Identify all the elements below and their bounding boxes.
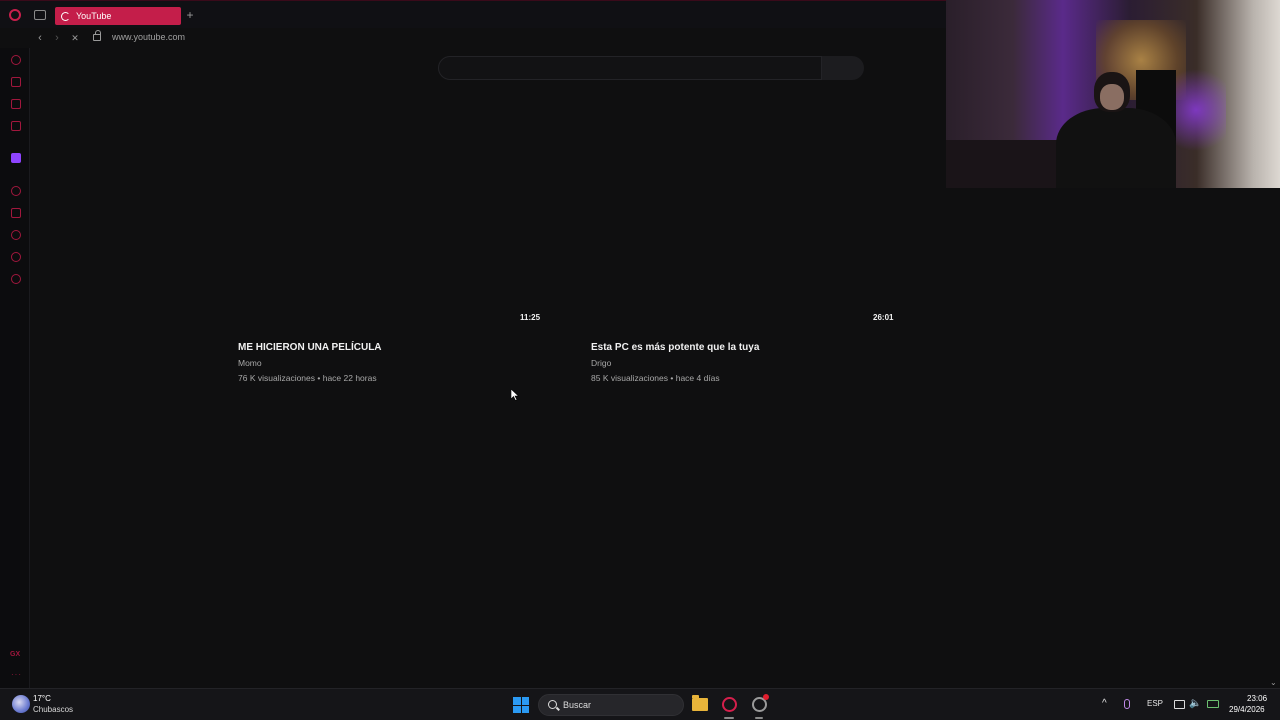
browser-sidebar: GX ··· xyxy=(0,48,30,688)
video-channel[interactable]: Momo xyxy=(238,358,262,368)
video-thumbnail[interactable] xyxy=(589,84,899,316)
stop-loading-button[interactable]: ✕ xyxy=(69,31,81,45)
mouse-cursor-icon xyxy=(511,389,519,401)
video-meta: 76 K visualizaciones • hace 22 horas xyxy=(238,373,377,383)
search-icon xyxy=(548,700,557,709)
video-meta: 85 K visualizaciones • hace 4 días xyxy=(591,373,720,383)
taskbar: 17°C Chubascos Buscar ^ ESP 🔈 23:06 29/4… xyxy=(0,688,1280,720)
battery-icon[interactable] xyxy=(1207,700,1219,708)
tab-youtube[interactable]: YouTube xyxy=(55,7,181,25)
video-channel[interactable]: Drigo xyxy=(591,358,611,368)
webcam-overlay xyxy=(946,0,1280,188)
video-title[interactable]: Esta PC es más potente que la tuya xyxy=(591,342,759,353)
windows-start-icon[interactable] xyxy=(513,697,529,713)
microphone-icon[interactable] xyxy=(1124,699,1130,709)
settings-icon[interactable] xyxy=(11,274,21,284)
running-indicator xyxy=(755,717,763,719)
video-thumbnail[interactable] xyxy=(236,84,546,316)
network-icon[interactable] xyxy=(1174,700,1185,709)
player-icon[interactable] xyxy=(11,186,21,196)
webcam-person-body xyxy=(1056,108,1176,188)
tray-overflow-chevron-icon[interactable]: ^ xyxy=(1102,698,1107,709)
back-button[interactable]: ‹ xyxy=(34,31,46,45)
scroll-down-icon[interactable]: ⌄ xyxy=(1270,678,1277,687)
video-duration: 26:01 xyxy=(873,313,894,322)
clock-time[interactable]: 23:06 xyxy=(1247,694,1267,703)
screen: YouTube + ‹ › ✕ www.youtube.com GX ··· 1… xyxy=(0,0,1280,720)
weather-description[interactable]: Chubascos xyxy=(33,705,73,714)
url-field[interactable]: www.youtube.com xyxy=(112,32,185,42)
news-icon[interactable] xyxy=(11,121,21,131)
clock-icon[interactable] xyxy=(11,230,21,240)
video-title[interactable]: ME HICIERON UNA PELÍCULA xyxy=(238,342,382,353)
sidebar-more-icon[interactable]: ··· xyxy=(11,670,22,679)
pin-icon[interactable] xyxy=(11,208,21,218)
input-language[interactable]: ESP xyxy=(1147,699,1163,708)
youtube-search-button[interactable] xyxy=(822,56,864,80)
weather-temperature[interactable]: 17°C xyxy=(33,694,51,703)
running-indicator xyxy=(724,717,734,719)
taskbar-search-placeholder: Buscar xyxy=(563,700,592,710)
weather-icon[interactable] xyxy=(12,695,30,713)
chat-icon[interactable] xyxy=(11,252,21,262)
webcam-person-face xyxy=(1100,84,1124,110)
tab-title: YouTube xyxy=(76,11,112,21)
opera-gx-logo-icon[interactable] xyxy=(9,9,21,21)
tab-islands-icon[interactable] xyxy=(34,10,46,20)
file-explorer-icon[interactable] xyxy=(692,695,708,711)
volume-icon[interactable]: 🔈 xyxy=(1189,698,1201,709)
new-tab-button[interactable]: + xyxy=(184,8,196,22)
lock-icon[interactable] xyxy=(93,30,101,41)
history-icon[interactable] xyxy=(11,55,21,65)
youtube-search-input[interactable] xyxy=(438,56,822,80)
taskbar-search-input[interactable]: Buscar xyxy=(538,694,684,716)
twitch-icon[interactable] xyxy=(11,153,21,163)
shop-icon[interactable] xyxy=(11,77,21,87)
video-duration: 11:25 xyxy=(520,313,541,322)
clock-date[interactable]: 29/4/2026 xyxy=(1229,705,1265,714)
notification-badge xyxy=(763,694,769,700)
forward-button[interactable]: › xyxy=(51,31,63,45)
gx-control-label[interactable]: GX xyxy=(10,651,20,658)
messenger-icon[interactable] xyxy=(11,99,21,109)
loading-spinner-icon xyxy=(61,11,70,21)
opera-gx-taskbar-icon[interactable] xyxy=(722,697,737,712)
